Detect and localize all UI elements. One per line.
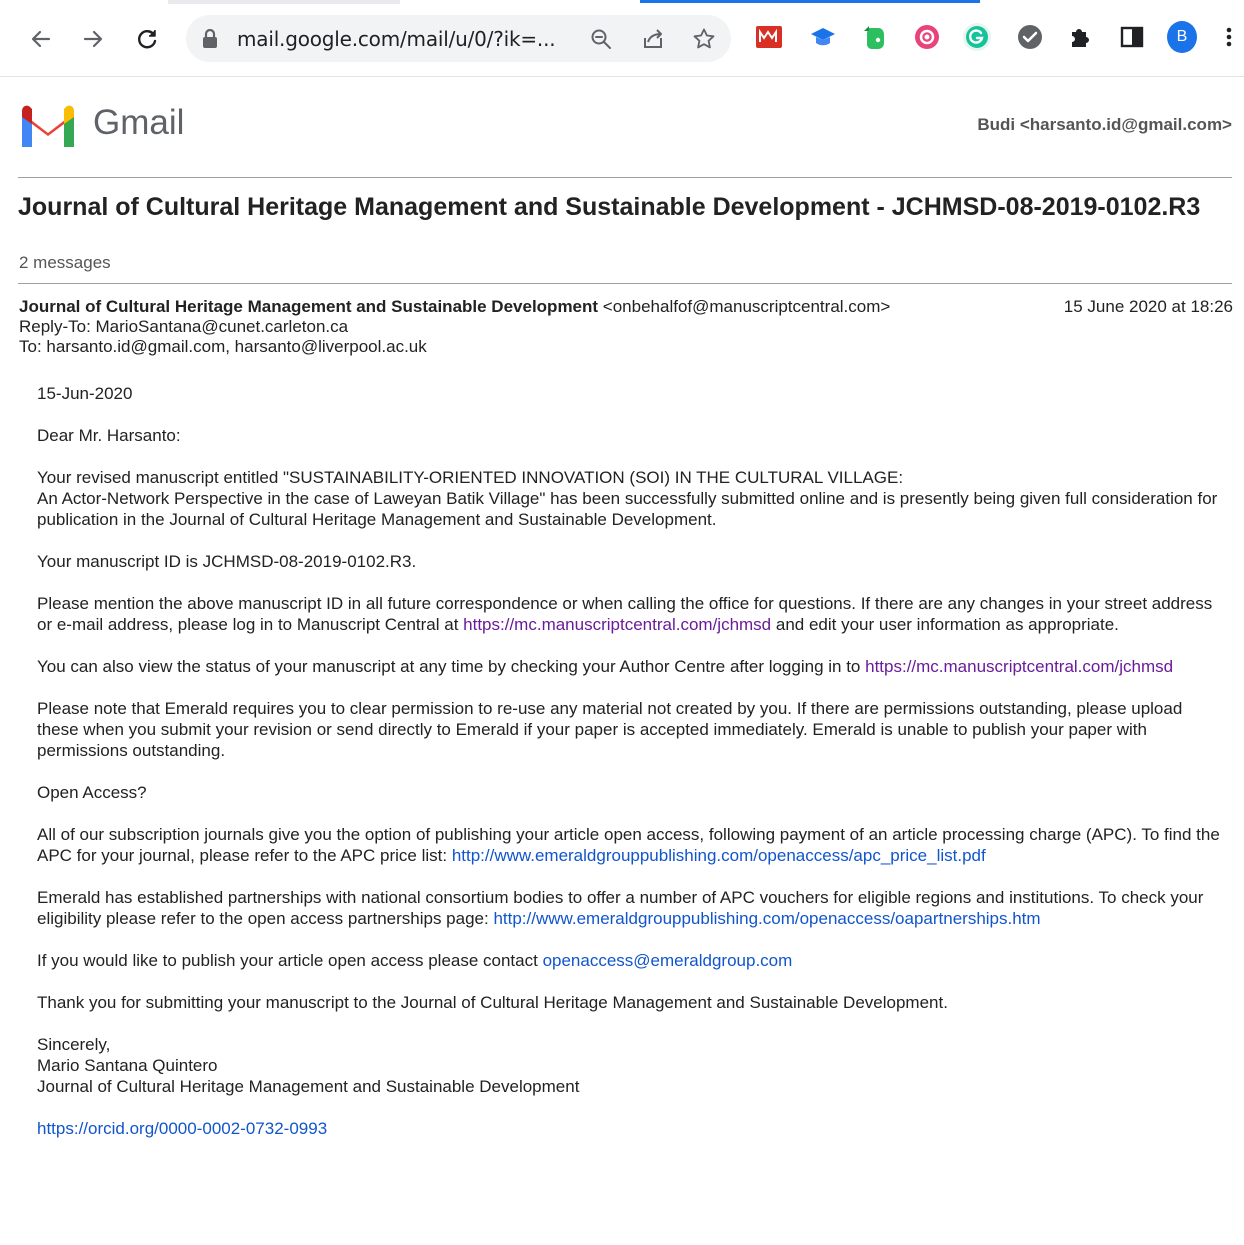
oa-partnerships-link[interactable]: http://www.emeraldgrouppublishing.com/op… [493,909,1040,928]
cap-extension-icon[interactable] [808,22,838,52]
forward-icon[interactable] [76,22,110,56]
share-icon[interactable] [640,26,666,52]
puzzle-icon[interactable] [1065,22,1095,52]
sig-closing: Sincerely, [37,1035,111,1054]
thank-you-paragraph: Thank you for submitting your manuscript… [37,993,948,1012]
body-paragraph: All of our subscription journals give yo… [37,824,1222,866]
body-text: An Actor-Network Perspective in the case… [37,489,1218,529]
record-icon[interactable] [912,22,942,52]
message-count: 2 messages [19,253,111,272]
sender-name: Journal of Cultural Heritage Management … [19,297,599,316]
signature: Sincerely, Mario Santana Quintero Journa… [37,1034,1222,1097]
divider [18,177,1232,178]
check-icon[interactable] [1015,22,1045,52]
body-text: and edit your user information as approp… [771,615,1119,634]
sender-line: Journal of Cultural Heritage Management … [19,297,1233,317]
body-paragraph: Please mention the above manuscript ID i… [37,593,1222,635]
star-icon[interactable] [691,26,717,52]
salutation: Dear Mr. Harsanto: [37,426,181,445]
orcid-link[interactable]: https://orcid.org/0000-0002-0732-0993 [37,1119,327,1138]
tab-strip-edge [168,0,400,4]
divider [18,283,1232,284]
reload-icon[interactable] [130,22,164,56]
gmail-brand: Gmail [93,103,185,142]
openaccess-email-link[interactable]: openaccess@emeraldgroup.com [543,951,793,970]
m-extension-icon[interactable] [754,22,784,52]
email-subject: Journal of Cultural Heritage Management … [18,193,1201,221]
message-date: 15 June 2020 at 18:26 [1063,297,1233,316]
manuscript-title-line: Your revised manuscript entitled "SUSTAI… [37,468,904,487]
menu-icon[interactable] [1214,22,1244,52]
body-paragraph: Your revised manuscript entitled "SUSTAI… [37,467,1222,530]
body-paragraph: Emerald has established partnerships wit… [37,887,1222,929]
message-header: Journal of Cultural Heritage Management … [19,297,1233,357]
sender-address: <onbehalfof@manuscriptcentral.com> [602,297,891,316]
evernote-icon[interactable] [860,22,890,52]
to-line: To: harsanto.id@gmail.com, harsanto@live… [19,337,427,356]
orcid-paragraph: https://orcid.org/0000-0002-0732-0993 [37,1118,1222,1139]
manuscript-central-link[interactable]: https://mc.manuscriptcentral.com/jchmsd [463,615,771,634]
permissions-paragraph: Please note that Emerald requires you to… [37,699,1183,760]
profile-initial[interactable]: B [1167,21,1197,53]
manuscript-id-line: Your manuscript ID is JCHMSD-08-2019-010… [37,552,417,571]
sidepanel-icon[interactable] [1117,22,1147,52]
body-paragraph: You can also view the status of your man… [37,656,1222,677]
profile-avatar[interactable]: B [1167,21,1197,53]
body-text: You can also view the status of your man… [37,657,866,676]
author-centre-link[interactable]: https://mc.manuscriptcentral.com/jchmsd [865,657,1173,676]
body-date: 15-Jun-2020 [37,384,133,403]
grammarly-icon[interactable] [962,22,992,52]
sig-name: Mario Santana Quintero [37,1056,218,1075]
zoom-icon[interactable] [588,26,614,52]
url-text[interactable]: mail.google.com/mail/u/0/?ik=... [237,27,556,51]
account-email: Budi <harsanto.id@gmail.com> [977,115,1232,134]
lock-icon[interactable] [202,28,218,54]
address-bar[interactable]: mail.google.com/mail/u/0/?ik=... [186,15,731,62]
reply-to-line: Reply-To: MarioSantana@cunet.carleton.ca [19,317,349,336]
back-icon[interactable] [24,22,58,56]
message-body: 15-Jun-2020 Dear Mr. Harsanto: Your revi… [37,383,1222,1160]
tab-strip-accent [640,0,980,3]
body-text: If you would like to publish your articl… [37,951,543,970]
body-paragraph: If you would like to publish your articl… [37,950,1222,971]
apc-price-list-link[interactable]: http://www.emeraldgrouppublishing.com/op… [452,846,986,865]
browser-toolbar: mail.google.com/mail/u/0/?ik=... B [0,0,1244,77]
gmail-logo-icon [18,103,78,152]
sig-org: Journal of Cultural Heritage Management … [37,1077,580,1096]
open-access-heading: Open Access? [37,783,147,802]
